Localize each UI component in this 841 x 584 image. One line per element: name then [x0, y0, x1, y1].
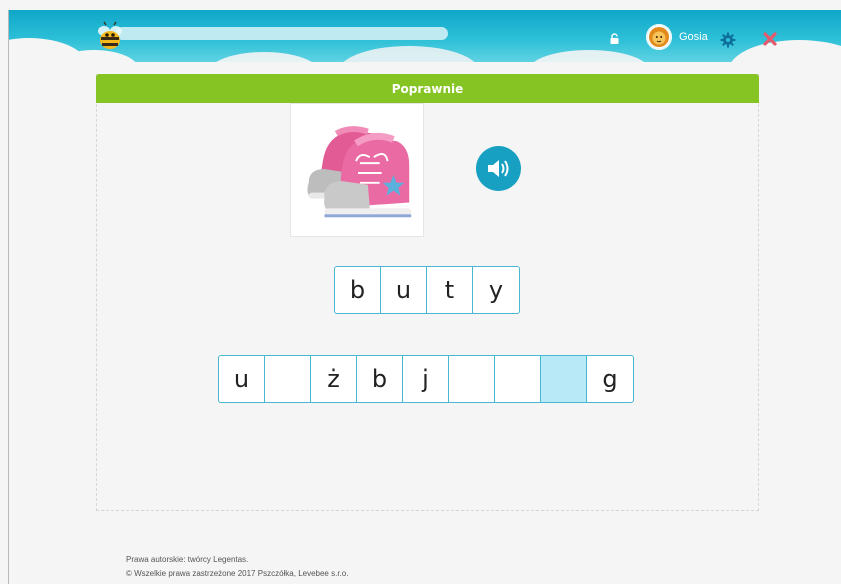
result-banner: Poprawnie [96, 74, 759, 103]
exercise-picture [290, 103, 424, 237]
letter-tile[interactable]: g [587, 356, 633, 402]
letter-pool: u ż b j g [218, 355, 634, 403]
lion-avatar-icon [649, 27, 669, 47]
letter-tile-selected[interactable] [541, 356, 587, 402]
answer-slot[interactable]: b [335, 267, 381, 313]
progress-bar [116, 27, 448, 40]
speaker-icon [488, 160, 509, 177]
letter-tile[interactable]: ż [311, 356, 357, 402]
username[interactable]: Gosia [679, 31, 708, 43]
play-sound-button[interactable] [476, 146, 521, 191]
copyright-rights: © Wszelkie prawa zastrzeżone 2017 Pszczó… [126, 569, 349, 578]
copyright-authors: Prawa autorskie: twórcy Legentas. [126, 555, 249, 564]
avatar[interactable] [646, 24, 672, 50]
close-icon[interactable] [762, 31, 778, 47]
letter-tile[interactable] [449, 356, 495, 402]
letter-tile[interactable] [495, 356, 541, 402]
gear-icon[interactable] [720, 32, 736, 48]
answer-slot[interactable]: u [381, 267, 427, 313]
lock-icon[interactable] [609, 33, 620, 44]
letter-tile[interactable] [265, 356, 311, 402]
answer-word: b u t y [334, 266, 520, 314]
answer-slot[interactable]: t [427, 267, 473, 313]
bee-logo-icon [98, 21, 122, 49]
letter-tile[interactable]: b [357, 356, 403, 402]
sneakers-image [307, 126, 412, 218]
answer-slot[interactable]: y [473, 267, 519, 313]
letter-tile[interactable]: u [219, 356, 265, 402]
top-bar: Gosia [9, 10, 841, 62]
window-edge [8, 10, 9, 584]
footer: Prawa autorskie: twórcy Legentas. © Wsze… [126, 553, 348, 581]
letter-tile[interactable]: j [403, 356, 449, 402]
